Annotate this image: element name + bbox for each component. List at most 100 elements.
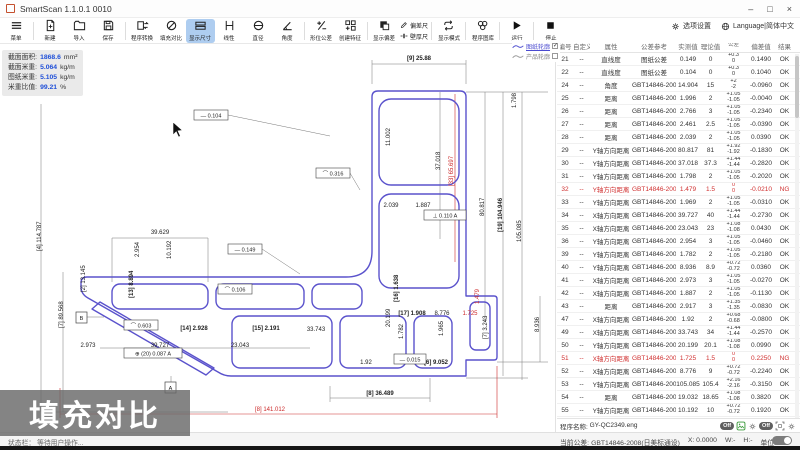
program-library-button[interactable]: 程序图库 — [468, 19, 497, 43]
table-row[interactable]: 29 -- Y轴方向距离 GBT14846-200 80.817 81 +1.9… — [557, 144, 800, 157]
scrollbar-thumb[interactable] — [795, 56, 799, 118]
table-scrollbar[interactable] — [795, 54, 799, 418]
cell-theoretical: 37.3 — [700, 160, 721, 167]
cell-tolerance-ref: GBT14846-200 — [632, 394, 676, 401]
table-row[interactable]: 22 -- 直线度 图纸公差 0.104 0 +0.30 0.1040 OK — [557, 66, 800, 79]
checkbox-checked[interactable]: ✓ — [552, 43, 558, 49]
cell-tolerance-ref: GBT14846-200 — [632, 251, 676, 258]
cell-no: 24 — [557, 82, 573, 89]
table-row[interactable]: 27 -- 距离 GBT14846-200 2.461 2.5 +1.05-1.… — [557, 118, 800, 131]
cell-measured: 0.104 — [676, 69, 700, 76]
drawing-area[interactable]: 截面面积: 1868.6 mm² 截面米重: 5.064 kg/m 图纸米重: … — [0, 44, 556, 432]
cell-measured: 8.776 — [676, 368, 700, 375]
wall-thickness-button[interactable]: 壁厚尺 — [400, 32, 428, 41]
table-row[interactable]: 53 -- Y轴方向距离 GBT14846-200 105.085 105.4 … — [557, 378, 800, 391]
legend-product-outline[interactable]: 产品轮廓 — [512, 51, 560, 61]
minimize-button[interactable]: – — [748, 4, 753, 14]
cell-attribute: X轴方向距离 — [590, 288, 632, 298]
table-row[interactable]: 54 -- 距离 GBT14846-200 19.032 18.65 +1.08… — [557, 391, 800, 404]
options-settings-button[interactable]: 选项设置 — [671, 21, 711, 31]
cell-tolerance-ref: GBT14846-200 — [632, 186, 676, 193]
cell-custom: -- — [573, 381, 590, 388]
table-row[interactable]: 26 -- 距离 GBT14846-200 2.766 3 +1.05-1.05… — [557, 105, 800, 118]
gear-icon[interactable] — [748, 422, 757, 431]
cell-measured: 1.782 — [676, 251, 700, 258]
linear-button[interactable]: 线性 — [215, 19, 244, 43]
table-row[interactable]: 49 -- X轴方向距离 GBT14846-200 33.743 34 +1.4… — [557, 326, 800, 339]
cell-tolerance: +1.35-1.35 — [721, 300, 746, 311]
import-button[interactable]: 导入 — [65, 19, 94, 43]
table-row[interactable]: 51 -- X轴方向距离 GBT14846-200 1.725 1.5 00 0… — [557, 352, 800, 365]
program-convert-button[interactable]: 程序转换 — [128, 19, 157, 43]
diameter-icon — [252, 19, 265, 32]
language-button[interactable]: Language|简体中文 — [721, 21, 794, 31]
table-row[interactable]: 40 -- Y轴方向距离 GBT14846-200 8.936 8.9 +0.7… — [557, 261, 800, 274]
table-row[interactable]: 35 -- X轴方向距离 GBT14846-200 23.043 23 +1.0… — [557, 222, 800, 235]
cell-result: NG — [776, 355, 793, 362]
table-row[interactable]: 34 -- X轴方向距离 GBT14846-200 39.727 40 +1.4… — [557, 209, 800, 222]
table-row[interactable]: 41 -- X轴方向距离 GBT14846-200 2.973 3 +1.05-… — [557, 274, 800, 287]
menu-button[interactable]: 菜单 — [2, 19, 31, 43]
legend-drawing-outline[interactable]: 图纸轮廓 ✓ — [512, 41, 560, 51]
header-measured[interactable]: 实测值 — [676, 41, 700, 51]
geo-tolerance-button[interactable]: 形位公差 — [307, 19, 336, 43]
header-theoretical[interactable]: 理论值 — [700, 41, 721, 51]
dim-label: 23.043 — [231, 343, 250, 349]
stop-button[interactable]: 停止 — [536, 19, 565, 43]
dim-label: [33] 65.697 — [449, 155, 455, 186]
header-tolerance[interactable]: 公差 — [721, 43, 746, 49]
table-row[interactable]: 47 -- X轴方向距离 GBT14846-200 1.92 2 +0.68-0… — [557, 313, 800, 326]
show-dimensions-button[interactable]: 显示尺寸 — [186, 19, 215, 43]
off-toggle-2[interactable]: Off — [759, 422, 773, 430]
linear-icon — [223, 19, 236, 32]
table-row[interactable]: 33 -- Y轴方向距离 GBT14846-200 1.969 2 +1.05-… — [557, 196, 800, 209]
table-row[interactable]: 32 -- Y轴方向距离 GBT14846-200 1.479 1.5 00 -… — [557, 183, 800, 196]
run-button[interactable]: 运行 — [502, 19, 531, 43]
image-icon[interactable] — [736, 421, 746, 431]
close-button[interactable]: × — [787, 4, 792, 14]
table-row[interactable]: 28 -- 距离 GBT14846-200 2.039 2 +1.05-1.05… — [557, 131, 800, 144]
cell-result: OK — [776, 134, 793, 141]
checkbox-unchecked[interactable] — [552, 53, 558, 59]
header-deviation[interactable]: 偏差值 — [746, 41, 776, 51]
maximize-button[interactable]: □ — [767, 4, 772, 14]
cell-attribute: Y轴方向距离 — [590, 145, 632, 155]
angle-button[interactable]: 角度 — [273, 19, 302, 43]
cell-result: OK — [776, 381, 793, 388]
cell-tolerance-ref: GBT14846-200 — [632, 381, 676, 388]
cell-theoretical: 18.65 — [700, 394, 721, 401]
cell-theoretical: 34 — [700, 329, 721, 336]
off-toggle-1[interactable]: Off — [720, 422, 734, 430]
diameter-button[interactable]: 直径 — [244, 19, 273, 43]
table-row[interactable]: 50 -- Y轴方向距离 GBT14846-200 20.199 20.1 +1… — [557, 339, 800, 352]
cell-custom: -- — [573, 121, 590, 128]
create-feature-button[interactable]: 创建特征 — [336, 19, 365, 43]
table-row[interactable]: 55 -- Y轴方向距离 GBT14846-200 10.192 10 +0.7… — [557, 404, 800, 417]
header-result[interactable]: 结果 — [776, 41, 793, 51]
table-row[interactable]: 24 -- 角度 GBT14846-200 14.904 15 +2-2 -0.… — [557, 79, 800, 92]
table-row[interactable]: 36 -- Y轴方向距离 GBT14846-200 2.954 3 +1.05-… — [557, 235, 800, 248]
header-attribute[interactable]: 属性 — [590, 41, 632, 51]
fill-compare-button[interactable]: 填充对比 — [157, 19, 186, 43]
table-row[interactable]: 52 -- X轴方向距离 GBT14846-200 8.776 9 +0.72-… — [557, 365, 800, 378]
unit-toggle[interactable] — [772, 436, 792, 445]
table-row[interactable]: 39 -- Y轴方向距离 GBT14846-200 1.782 2 +1.05-… — [557, 248, 800, 261]
save-button[interactable]: 保存 — [94, 19, 123, 43]
cell-theoretical: 2.5 — [700, 121, 721, 128]
separator — [499, 22, 500, 40]
frame-icon[interactable] — [775, 421, 785, 431]
gear-icon[interactable] — [787, 422, 796, 431]
deviation-ruler-button[interactable]: 偏差尺 — [400, 21, 428, 30]
new-button[interactable]: 新建 — [36, 19, 65, 43]
show-deviation-button[interactable]: 显示偏差 — [370, 19, 399, 43]
table-row[interactable]: 21 -- 直线度 图纸公差 0.149 0 +0.30 0.1490 OK — [557, 53, 800, 66]
table-row[interactable]: 30 -- Y轴方向距离 GBT14846-200 37.018 37.3 +1… — [557, 157, 800, 170]
display-mode-button[interactable]: 显示模式 — [434, 19, 463, 43]
table-row[interactable]: 31 -- Y轴方向距离 GBT14846-200 1.798 2 +1.05-… — [557, 170, 800, 183]
table-row[interactable]: 25 -- 距离 GBT14846-200 1.996 2 +1.05-1.05… — [557, 92, 800, 105]
table-row[interactable]: 42 -- X轴方向距离 GBT14846-200 1.887 2 +1.05-… — [557, 287, 800, 300]
cell-deviation: -0.2180 — [746, 251, 776, 258]
table-row[interactable]: 43 -- 距离 GBT14846-200 2.917 3 +1.35-1.35… — [557, 300, 800, 313]
header-tolerance-ref[interactable]: 公差参考 — [632, 41, 676, 51]
header-custom[interactable]: 自定义 — [573, 41, 590, 51]
